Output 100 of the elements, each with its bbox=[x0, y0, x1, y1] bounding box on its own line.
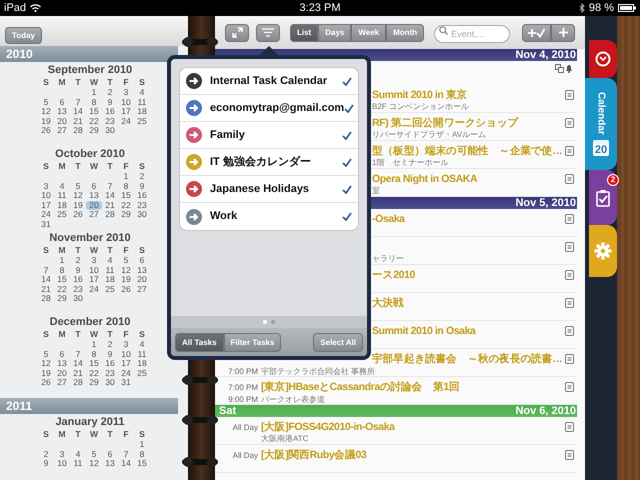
calendar-day[interactable]: 28 bbox=[70, 126, 86, 136]
calendar-day[interactable]: 11 bbox=[102, 266, 118, 275]
calendar-day[interactable]: 21 bbox=[38, 284, 54, 294]
calendar-day[interactable]: 8 bbox=[86, 350, 102, 359]
calendar-day[interactable]: 17 bbox=[118, 107, 134, 116]
calendar-day[interactable]: 3 bbox=[54, 450, 70, 459]
calendar-day[interactable]: 19 bbox=[70, 200, 86, 210]
note-icon[interactable] bbox=[565, 450, 574, 460]
calendar-day[interactable]: 29 bbox=[86, 378, 102, 388]
calendar-day[interactable]: 12 bbox=[38, 107, 54, 116]
calendar-day[interactable]: 23 bbox=[134, 200, 150, 210]
calendar-day[interactable]: 2 bbox=[134, 172, 150, 182]
calendar-option[interactable]: Work bbox=[180, 203, 358, 230]
calendar-day[interactable]: 15 bbox=[134, 459, 150, 468]
calendar-day[interactable]: 10 bbox=[86, 266, 102, 275]
calendar-day[interactable]: 13 bbox=[134, 266, 150, 275]
calendar-day[interactable]: 25 bbox=[134, 368, 150, 378]
calendar-day[interactable]: 14 bbox=[70, 107, 86, 116]
calendar-day[interactable]: 4 bbox=[134, 340, 150, 350]
calendar-day[interactable]: 6 bbox=[86, 182, 102, 191]
note-icon[interactable] bbox=[565, 298, 574, 308]
calendar-day[interactable]: 21 bbox=[102, 200, 118, 210]
calendar-day[interactable]: 7 bbox=[102, 182, 118, 191]
calendar-day[interactable]: 8 bbox=[134, 450, 150, 459]
calendar-day[interactable]: 28 bbox=[38, 294, 54, 304]
calendar-day[interactable]: 17 bbox=[118, 359, 134, 368]
add-button[interactable] bbox=[551, 24, 576, 42]
calendar-day[interactable]: 22 bbox=[86, 116, 102, 126]
calendar-day[interactable]: 13 bbox=[54, 359, 70, 368]
calendar-day[interactable]: 1 bbox=[134, 440, 150, 450]
calendar-day[interactable]: 20 bbox=[54, 368, 70, 378]
calendar-day[interactable]: 2 bbox=[70, 256, 86, 266]
calendar-day[interactable]: 1 bbox=[118, 172, 134, 182]
calendar-day[interactable]: 1 bbox=[86, 88, 102, 98]
calendar-day[interactable]: 2 bbox=[102, 340, 118, 350]
calendar-day[interactable]: 26 bbox=[38, 378, 54, 388]
calendar-day[interactable]: 10 bbox=[54, 459, 70, 468]
calendar-day[interactable]: 2 bbox=[102, 88, 118, 98]
calendar-day[interactable]: 5 bbox=[86, 450, 102, 459]
calendar-day[interactable]: 3 bbox=[118, 340, 134, 350]
calendar-day[interactable]: 19 bbox=[38, 116, 54, 126]
calendar-day[interactable]: 14 bbox=[38, 275, 54, 284]
calendar-day[interactable]: 10 bbox=[118, 98, 134, 107]
calendar-day[interactable]: 6 bbox=[102, 450, 118, 459]
calendar-option[interactable]: Family bbox=[180, 122, 358, 149]
calendar-day[interactable]: 31 bbox=[38, 220, 54, 229]
calendar-day[interactable]: 30 bbox=[102, 378, 118, 388]
calendar-day[interactable]: 3 bbox=[38, 182, 54, 191]
calendar-day[interactable]: 21 bbox=[70, 116, 86, 126]
calendar-day[interactable]: 20 bbox=[86, 200, 102, 210]
calendar-day[interactable]: 27 bbox=[54, 126, 70, 136]
note-icon[interactable] bbox=[565, 270, 574, 280]
filter-button[interactable] bbox=[256, 24, 280, 42]
calendar-day[interactable]: 1 bbox=[54, 256, 70, 266]
calendar-option[interactable]: Internal Task Calendar bbox=[180, 68, 358, 95]
calendar-option[interactable]: Japanese Holidays bbox=[180, 176, 358, 203]
calendar-day[interactable]: 23 bbox=[102, 116, 118, 126]
calendar-day[interactable]: 9 bbox=[38, 459, 54, 468]
calendar-day[interactable]: 26 bbox=[70, 210, 86, 220]
expand-button[interactable] bbox=[225, 24, 249, 42]
calendar-day[interactable]: 4 bbox=[70, 450, 86, 459]
calendar-option[interactable]: economytrap@gmail.com bbox=[180, 95, 358, 122]
calendar-day[interactable]: 24 bbox=[118, 368, 134, 378]
calendar-day[interactable]: 29 bbox=[118, 210, 134, 220]
calendar-day[interactable]: 13 bbox=[54, 107, 70, 116]
calendar-day[interactable]: 18 bbox=[134, 359, 150, 368]
note-icon[interactable] bbox=[565, 326, 574, 336]
calendar-day[interactable]: 18 bbox=[54, 200, 70, 210]
calendar-day[interactable]: 15 bbox=[86, 359, 102, 368]
add-task-button[interactable] bbox=[522, 24, 552, 42]
calendar-day[interactable]: 25 bbox=[102, 284, 118, 294]
calendar-day[interactable]: 26 bbox=[118, 284, 134, 294]
calendar-day[interactable]: 17 bbox=[86, 275, 102, 284]
page-dot[interactable] bbox=[271, 320, 275, 324]
note-icon[interactable] bbox=[565, 118, 574, 128]
calendar-day[interactable]: 25 bbox=[134, 116, 150, 126]
calendar-day[interactable]: 4 bbox=[134, 88, 150, 98]
view-tab[interactable]: List bbox=[290, 24, 318, 42]
note-icon[interactable] bbox=[565, 242, 574, 252]
calendar-day[interactable]: 7 bbox=[70, 350, 86, 359]
calendar-day[interactable]: 3 bbox=[118, 88, 134, 98]
calendar-day[interactable]: 17 bbox=[38, 200, 54, 210]
side-tab[interactable]: Calendar 20 bbox=[585, 78, 617, 170]
calendar-day[interactable]: 11 bbox=[134, 350, 150, 359]
calendar-day[interactable]: 14 bbox=[70, 359, 86, 368]
note-icon[interactable] bbox=[565, 382, 574, 392]
calendar-day[interactable]: 15 bbox=[86, 107, 102, 116]
side-tab[interactable]: 2 bbox=[589, 170, 617, 225]
calendar-day[interactable]: 22 bbox=[118, 200, 134, 210]
note-icon[interactable] bbox=[565, 354, 574, 364]
calendar-day[interactable]: 29 bbox=[86, 126, 102, 136]
calendar-day[interactable]: 14 bbox=[102, 191, 118, 200]
calendar-day[interactable]: 20 bbox=[54, 116, 70, 126]
calendar-day[interactable]: 9 bbox=[134, 182, 150, 191]
calendar-day[interactable]: 30 bbox=[102, 126, 118, 136]
calendar-day[interactable]: 10 bbox=[118, 350, 134, 359]
calendar-day[interactable]: 15 bbox=[54, 275, 70, 284]
calendar-day[interactable]: 18 bbox=[102, 275, 118, 284]
calendar-day[interactable]: 30 bbox=[134, 210, 150, 220]
calendar-day[interactable]: 13 bbox=[86, 191, 102, 200]
